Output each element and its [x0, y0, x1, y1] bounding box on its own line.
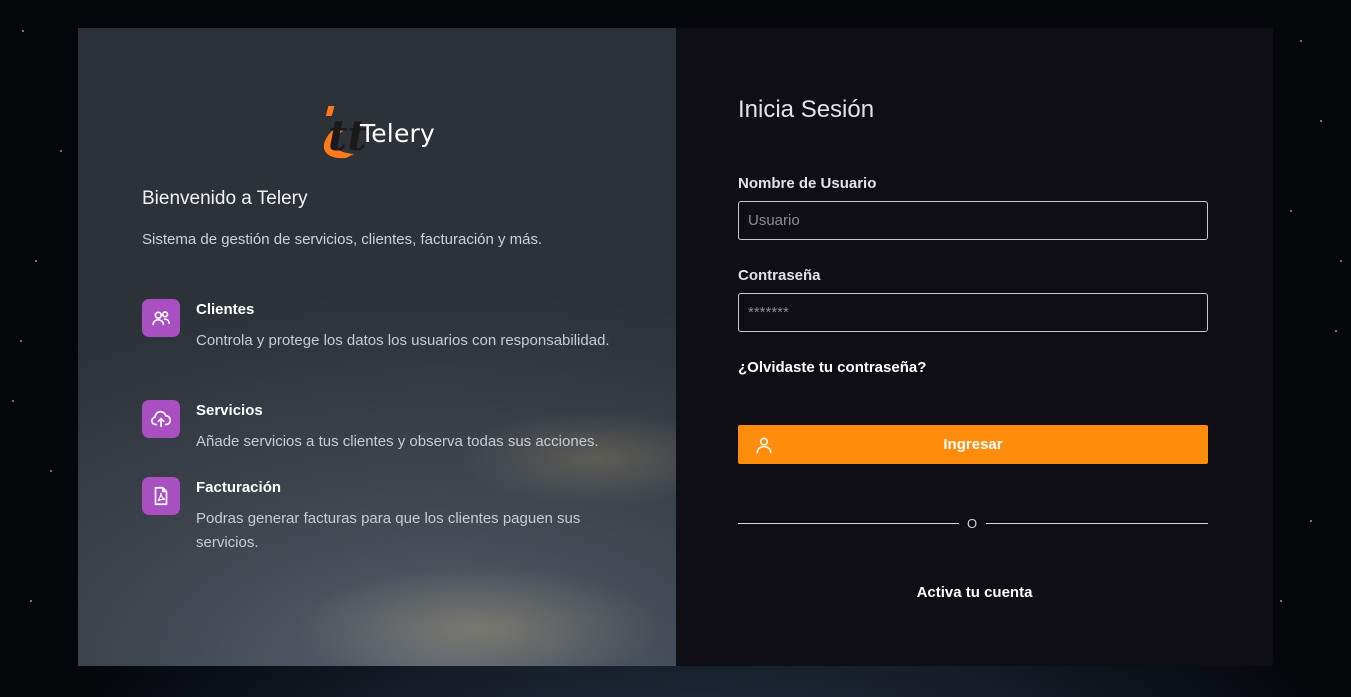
or-divider: O [738, 516, 1208, 531]
users-icon [142, 299, 180, 337]
feature-description: Añade servicios a tus clientes y observa… [196, 433, 599, 450]
forgot-password-link[interactable]: ¿Olvidaste tu contraseña? [738, 359, 926, 376]
feature-title: Facturación [196, 479, 282, 496]
welcome-subtitle: Sistema de gestión de servicios, cliente… [142, 231, 543, 248]
password-label: Contraseña [738, 267, 821, 284]
username-input[interactable] [738, 201, 1208, 240]
feature-title: Clientes [196, 301, 255, 318]
login-button[interactable]: Ingresar [738, 425, 1208, 464]
welcome-panel: tt Telery Bienvenido a Telery Sistema de… [78, 28, 676, 666]
pdf-file-icon [142, 477, 180, 515]
login-card: tt Telery Bienvenido a Telery Sistema de… [78, 28, 1273, 666]
login-button-label: Ingresar [943, 436, 1003, 453]
cloud-upload-icon [142, 400, 180, 438]
login-title: Inicia Sesión [738, 96, 875, 123]
feature-title: Servicios [196, 402, 263, 419]
activate-account-link[interactable]: Activa tu cuenta [676, 584, 1273, 601]
user-icon [756, 437, 772, 454]
password-input[interactable] [738, 293, 1208, 332]
brand-name: Telery [360, 119, 436, 148]
login-panel: Inicia Sesión Nombre de Usuario Contrase… [676, 28, 1273, 666]
feature-description: Controla y protege los datos los usuario… [196, 332, 610, 349]
welcome-heading: Bienvenido a Telery [142, 188, 308, 209]
username-label: Nombre de Usuario [738, 175, 877, 192]
feature-description: Podras generar facturas para que los cli… [196, 510, 581, 551]
divider-line [986, 523, 1208, 524]
divider-line [738, 523, 959, 524]
divider-text: O [967, 516, 978, 531]
